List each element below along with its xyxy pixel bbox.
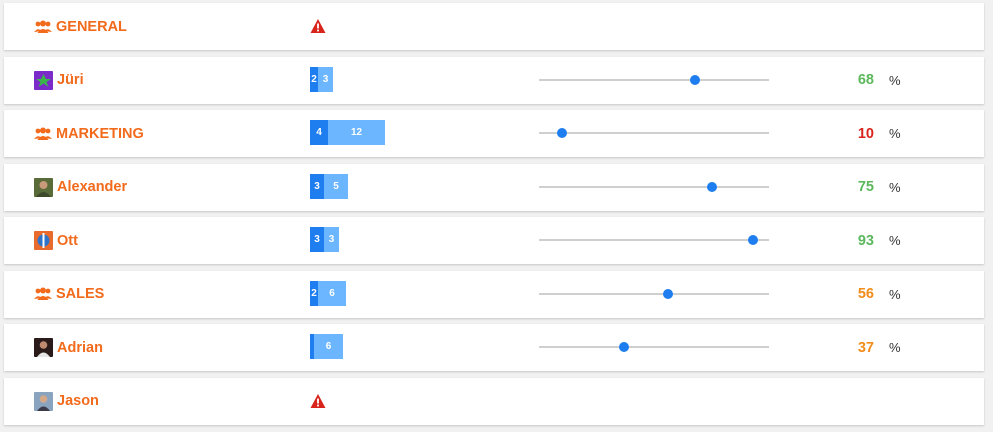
percent-value: 10 xyxy=(857,125,874,142)
list-item-marketing[interactable]: MARKETING 4 12 10 % xyxy=(4,110,984,157)
percent-sign: % xyxy=(889,179,901,195)
slider-thumb[interactable] xyxy=(662,288,673,299)
stat-bar: 3 5 xyxy=(310,173,348,199)
stat-bar: 6 xyxy=(310,334,343,359)
row-label: Jüri xyxy=(57,72,84,88)
bar-segment-dark: 4 xyxy=(310,120,328,145)
percent-value: 68 xyxy=(857,72,874,88)
bar-segment-light: 6 xyxy=(318,280,346,306)
percent-sign: % xyxy=(889,340,901,355)
slider-track[interactable] xyxy=(539,181,769,192)
row-label: SALES xyxy=(56,286,105,302)
slider-thumb[interactable] xyxy=(747,235,758,245)
group-icon xyxy=(34,287,52,300)
stat-bar: 2 3 xyxy=(310,66,333,92)
row-label: Ott xyxy=(57,232,78,249)
row-label: MARKETING xyxy=(56,125,144,142)
bar-segment-light: 12 xyxy=(328,120,385,145)
slider-track[interactable] xyxy=(539,128,769,138)
warning-icon xyxy=(310,393,326,408)
list-item-sales[interactable]: SALES 2 6 56 % xyxy=(4,270,984,318)
group-icon xyxy=(34,20,52,33)
slider-track[interactable] xyxy=(539,288,769,299)
bar-segment-light: 3 xyxy=(318,66,333,92)
percent-sign: % xyxy=(889,72,901,88)
stat-bar: 3 3 xyxy=(310,227,339,252)
list-item-general[interactable]: GENERAL xyxy=(4,3,984,50)
list-item-adrian[interactable]: Adrian 6 37 % xyxy=(4,324,984,371)
row-name: SALES xyxy=(34,271,104,318)
slider-thumb[interactable] xyxy=(557,128,567,138)
user-list: GENERAL Jüri 2 3 68 % MARKETING 4 12 10 … xyxy=(4,3,984,431)
percent-sign: % xyxy=(889,126,901,141)
row-label: Adrian xyxy=(57,339,103,356)
bar-segment-dark: 2 xyxy=(310,280,318,306)
warning-icon xyxy=(310,19,326,33)
percent-value: 37 xyxy=(857,339,874,356)
row-name: MARKETING xyxy=(34,110,144,157)
slider-track[interactable] xyxy=(539,74,769,85)
row-label: Jason xyxy=(57,393,99,409)
list-item-jason[interactable]: Jason xyxy=(4,377,984,425)
bar-segment-dark: 2 xyxy=(310,66,318,92)
list-item-alexander[interactable]: Alexander 3 5 75 % xyxy=(4,163,984,211)
row-label: GENERAL xyxy=(56,18,127,35)
percent-value: 75 xyxy=(857,179,874,195)
row-name: GENERAL xyxy=(34,3,127,50)
slider-thumb[interactable] xyxy=(619,342,630,352)
avatar xyxy=(34,231,53,250)
stat-bar: 4 12 xyxy=(310,120,385,145)
avatar xyxy=(34,391,53,411)
bar-segment-dark: 3 xyxy=(310,227,324,252)
bar-segment-light: 5 xyxy=(324,173,348,199)
bar-segment-light: 3 xyxy=(324,227,339,252)
slider-thumb[interactable] xyxy=(706,181,717,192)
slider-thumb[interactable] xyxy=(690,74,701,85)
row-name: Jason xyxy=(34,378,99,425)
percent-value: 93 xyxy=(857,232,874,249)
row-name: Jüri xyxy=(34,57,84,104)
row-name: Ott xyxy=(34,217,78,264)
list-item-ott[interactable]: Ott 3 3 93 % xyxy=(4,217,984,264)
avatar xyxy=(34,338,53,357)
group-icon xyxy=(34,127,52,140)
percent-value: 56 xyxy=(857,286,874,302)
slider-track[interactable] xyxy=(539,235,769,245)
row-name: Adrian xyxy=(34,324,103,371)
row-name: Alexander xyxy=(34,164,127,211)
bar-segment-light: 6 xyxy=(314,334,343,359)
bar-segment-dark: 3 xyxy=(310,173,324,199)
avatar xyxy=(34,177,53,197)
list-item-juri[interactable]: Jüri 2 3 68 % xyxy=(4,56,984,104)
percent-sign: % xyxy=(889,286,901,302)
avatar xyxy=(34,70,53,90)
slider-track[interactable] xyxy=(539,342,769,352)
row-label: Alexander xyxy=(57,179,128,195)
stat-bar: 2 6 xyxy=(310,280,346,306)
percent-sign: % xyxy=(889,233,901,248)
